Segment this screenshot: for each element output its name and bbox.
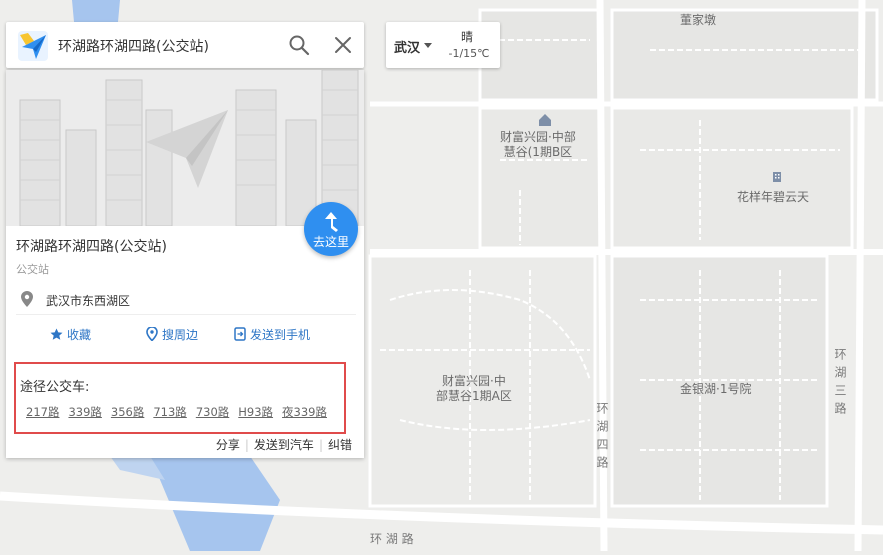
send-to-car-link[interactable]: 发送到汽车 [254, 438, 314, 452]
address-row: 武汉市东西湖区 [16, 284, 356, 315]
bus-route-link[interactable]: 356路 [111, 405, 144, 419]
search-icon[interactable] [288, 34, 310, 56]
go-here-label: 去这里 [312, 235, 349, 249]
phone-send-icon [234, 327, 246, 341]
send-to-phone-label: 发送到手机 [250, 328, 311, 342]
bus-route-link[interactable]: 730路 [196, 405, 229, 419]
map-label-jinyinhu: 金银湖·1号院 [680, 382, 752, 396]
poi-building-icon[interactable] [773, 172, 781, 182]
chevron-down-icon[interactable] [424, 43, 432, 48]
divider: | [318, 438, 323, 452]
address-text: 武汉市东西湖区 [46, 294, 131, 308]
map-label-road-huanhu3: 环湖三路 [833, 348, 847, 420]
map-label-caifu-b: 财富兴园·中部 慧谷(1期B区 [500, 130, 576, 159]
favorite-button[interactable]: 收藏 [50, 326, 91, 343]
place-title: 环湖路环湖四路(公交站) [16, 239, 167, 255]
bus-route-link[interactable]: 713路 [153, 405, 186, 419]
city-select[interactable]: 武汉 [394, 37, 420, 56]
map-label-dongjiadun: 董家墩 [680, 13, 717, 27]
bus-routes-box: 途径公交车: 217路 339路 356路 713路 730路 H93路 夜339路 [14, 362, 346, 434]
share-link[interactable]: 分享 [216, 438, 240, 452]
nearby-pin-icon [146, 326, 158, 342]
bus-route-link[interactable]: 339路 [68, 405, 101, 419]
favorite-label: 收藏 [67, 328, 92, 342]
place-banner-image [6, 70, 364, 226]
close-icon[interactable] [332, 34, 354, 56]
star-icon [50, 328, 63, 340]
weather-condition: 晴 [460, 30, 473, 44]
bus-routes-list: 217路 339路 356路 713路 730路 H93路 夜339路 [26, 404, 336, 420]
location-pin-icon [21, 291, 33, 307]
report-error-link[interactable]: 纠错 [328, 438, 352, 452]
search-input[interactable]: 环湖路环湖四路(公交站) [58, 36, 209, 56]
bus-route-link[interactable]: H93路 [238, 405, 273, 419]
search-nearby-button[interactable]: 搜周边 [146, 326, 198, 343]
weather-widget: 武汉 晴 -1/15℃ [386, 22, 500, 68]
bus-route-link[interactable]: 217路 [26, 405, 59, 419]
map-label-road-huanhu4: 环湖四路 [595, 402, 609, 474]
search-box[interactable]: 环湖路环湖四路(公交站) [6, 22, 364, 68]
divider: | [244, 438, 249, 452]
map-label-road-huanhu: 环 湖 路 [370, 532, 414, 546]
weather-temperature: -1/15℃ [448, 47, 490, 60]
send-to-phone-button[interactable]: 发送到手机 [234, 326, 310, 343]
route-arrow-icon [325, 212, 338, 232]
place-info-panel: 去这里 环湖路环湖四路(公交站) 公交站 武汉市东西湖区 收藏 搜周边 发送到手… [6, 70, 364, 458]
go-here-button[interactable]: 去这里 [304, 202, 358, 256]
panel-footer-links: 分享 | 发送到汽车 | 纠错 [216, 436, 352, 453]
search-nearby-label: 搜周边 [162, 328, 199, 342]
map-label-caifu-a: 财富兴园·中 部慧谷1期A区 [436, 374, 512, 403]
app-logo-icon [18, 31, 48, 61]
place-category: 公交站 [16, 263, 49, 276]
bus-route-link[interactable]: 夜339路 [282, 405, 327, 419]
bus-routes-title: 途径公交车: [20, 380, 90, 395]
map-label-huayang: 花样年碧云天 [737, 190, 810, 204]
